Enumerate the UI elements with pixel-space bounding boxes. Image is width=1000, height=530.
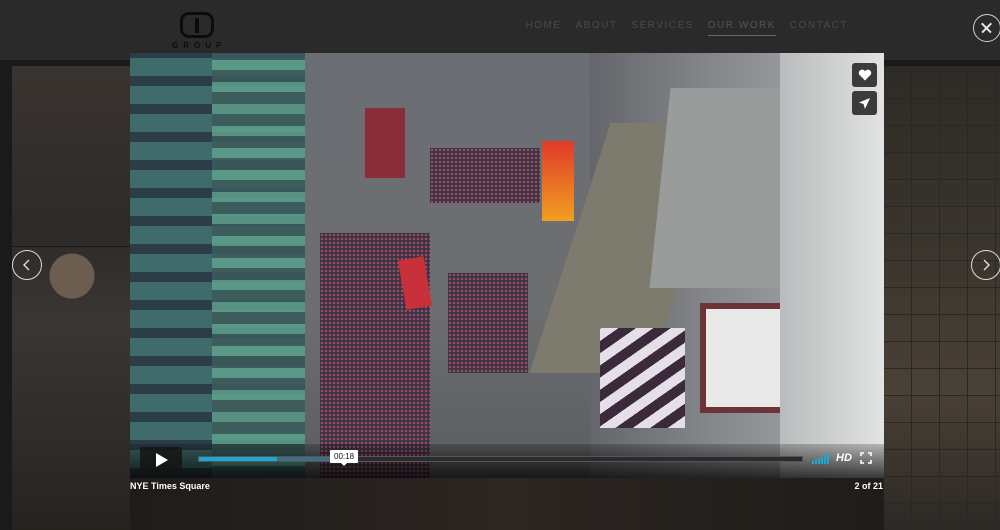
site-header: GROUP HOME ABOUT SERVICES OUR WORK CONTA… (0, 0, 1000, 60)
logo-text: GROUP (172, 41, 227, 50)
video-frame-parade-float (365, 108, 405, 178)
close-button[interactable] (973, 14, 1000, 42)
video-player[interactable]: 00:18 HD (130, 53, 884, 478)
next-button[interactable] (971, 250, 1000, 280)
play-button[interactable] (140, 447, 182, 473)
video-caption: NYE Times Square (130, 481, 210, 491)
nav-home[interactable]: HOME (525, 20, 561, 36)
nav-services[interactable]: SERVICES (631, 20, 693, 36)
video-frame-tower (780, 53, 884, 478)
heart-icon (858, 69, 871, 81)
nav-about[interactable]: ABOUT (575, 20, 617, 36)
progress-played (199, 457, 278, 461)
video-frame-crowd (430, 148, 540, 203)
video-frame-billboard (600, 328, 685, 428)
progress-bar[interactable]: 00:18 (198, 450, 803, 466)
share-icon (859, 97, 870, 109)
background-thumbnail-right (884, 66, 1000, 530)
nav-our-work[interactable]: OUR WORK (707, 20, 776, 36)
video-frame-billboard (542, 141, 574, 221)
gallery-counter: 2 of 21 (854, 481, 883, 491)
prev-button[interactable] (12, 250, 42, 280)
background-thumbnail-bottom (130, 478, 884, 530)
player-controls: 00:18 HD (130, 444, 884, 478)
share-button[interactable] (852, 91, 877, 115)
volume-icon[interactable] (812, 454, 830, 464)
hd-toggle[interactable]: HD (836, 452, 852, 464)
video-frame-crowd (448, 273, 528, 373)
chevron-left-icon (23, 259, 30, 271)
fullscreen-icon[interactable] (860, 452, 872, 464)
logo-mark (180, 12, 214, 38)
chevron-right-icon (983, 259, 990, 271)
background-thumbnail-left (12, 66, 130, 530)
logo[interactable]: GROUP (172, 12, 224, 52)
nav-contact[interactable]: CONTACT (790, 20, 848, 36)
like-button[interactable] (852, 63, 877, 87)
main-nav: HOME ABOUT SERVICES OUR WORK CONTACT (525, 20, 848, 36)
video-frame-building (130, 53, 305, 478)
video-frame-billboard (700, 303, 790, 413)
current-time: 00:18 (330, 450, 359, 466)
